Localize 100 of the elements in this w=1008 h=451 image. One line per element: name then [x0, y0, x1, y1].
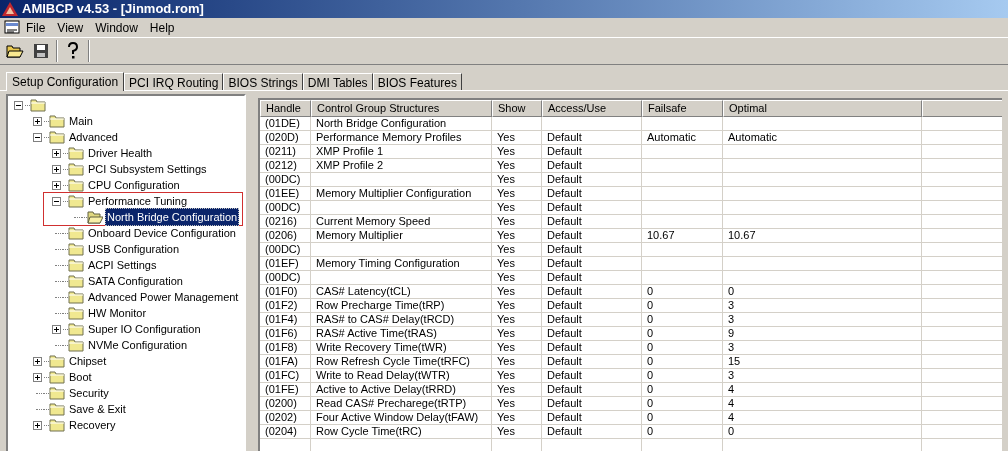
tab[interactable]: Setup Configuration	[6, 72, 125, 91]
folder-icon	[68, 338, 84, 352]
tree-item[interactable]: Advanced Power Management	[87, 288, 240, 306]
folder-icon	[68, 274, 84, 288]
plus-icon[interactable]	[52, 180, 61, 190]
table-cell: Four Active Window Delay(tFAW)	[311, 411, 492, 425]
table-cell: 0	[642, 313, 723, 327]
folder-icon	[68, 146, 84, 160]
plus-icon[interactable]	[52, 164, 61, 174]
table-cell: XMP Profile 2	[311, 159, 492, 173]
table-cell: Yes	[492, 145, 542, 159]
table-cell: Default	[542, 285, 642, 299]
table-cell: (0204)	[260, 425, 311, 439]
tree-item[interactable]: Super IO Configuration	[87, 320, 202, 338]
table-cell: 4	[723, 411, 922, 425]
table-cell: Yes	[492, 257, 542, 271]
table-cell: (01F6)	[260, 327, 311, 341]
column-header[interactable]: Optimal	[723, 100, 922, 117]
menu-item[interactable]: Help	[143, 18, 181, 37]
plus-icon[interactable]	[33, 372, 42, 382]
tree-item[interactable]: USB Configuration	[87, 240, 181, 258]
tab[interactable]: BIOS Features	[372, 73, 462, 90]
folder-icon	[68, 194, 84, 208]
plus-icon[interactable]	[33, 356, 42, 366]
table-cell: (0212)	[260, 159, 311, 173]
folder-icon	[49, 114, 65, 128]
tree-item[interactable]: Main	[68, 112, 94, 130]
tree-item[interactable]: Performance Tuning	[87, 192, 189, 210]
column-header[interactable]: Failsafe	[642, 100, 723, 117]
column-header[interactable]: Show	[492, 100, 542, 117]
table-cell: 3	[723, 299, 922, 313]
table-cell: Yes	[492, 299, 542, 313]
tab[interactable]: DMI Tables	[302, 73, 373, 90]
table-cell: Row Refresh Cycle Time(tRFC)	[311, 355, 492, 369]
table-cell: Yes	[492, 131, 542, 145]
tree-item[interactable]: Advanced	[68, 128, 119, 146]
tree-item[interactable]: Security	[68, 384, 110, 402]
column-header[interactable]: Access/Use	[542, 100, 642, 117]
tree-item[interactable]: North Bridge Configuration	[105, 207, 240, 227]
table-cell: North Bridge Configuration	[311, 117, 492, 131]
table-cell: Memory Multiplier	[311, 229, 492, 243]
minus-icon[interactable]	[52, 196, 61, 206]
table-cell: Default	[542, 341, 642, 355]
folder-icon	[68, 162, 84, 176]
minus-icon[interactable]	[33, 132, 42, 142]
table-cell: (020D)	[260, 131, 311, 145]
table-cell: Yes	[492, 327, 542, 341]
table-cell: Yes	[492, 285, 542, 299]
table-cell: Default	[542, 257, 642, 271]
tree-item[interactable]: Boot	[68, 368, 93, 386]
table-cell: 0	[642, 355, 723, 369]
tree-item[interactable]: HW Monitor	[87, 304, 148, 322]
table-cell: 3	[723, 369, 922, 383]
table-cell: Default	[542, 131, 642, 145]
tree-item[interactable]: Save & Exit	[68, 400, 127, 418]
plus-icon[interactable]	[33, 420, 42, 430]
table-cell: Yes	[492, 383, 542, 397]
plus-icon[interactable]	[33, 116, 42, 126]
tree-item[interactable]: Chipset	[68, 352, 108, 370]
folder-icon	[68, 322, 84, 336]
tree-item[interactable]: Onboard Device Configuration	[87, 224, 237, 242]
folder-icon	[68, 242, 84, 256]
table-cell: (01F0)	[260, 285, 311, 299]
table-cell: 0	[642, 411, 723, 425]
table-cell: Write Recovery Time(tWR)	[311, 341, 492, 355]
table-cell: Automatic	[723, 131, 922, 145]
table-cell: 0	[723, 285, 922, 299]
plus-icon[interactable]	[52, 324, 61, 334]
table-cell: CAS# Latency(tCL)	[311, 285, 492, 299]
table-cell: 9	[723, 327, 922, 341]
tree-item[interactable]: Driver Health	[87, 144, 154, 162]
table-cell: Performance Memory Profiles	[311, 131, 492, 145]
table-cell: Default	[542, 369, 642, 383]
tree-item[interactable]: PCI Subsystem Settings	[87, 160, 208, 178]
table-cell: Row Cycle Time(tRC)	[311, 425, 492, 439]
tree-item[interactable]: CPU Configuration	[87, 176, 181, 194]
table-cell: Yes	[492, 341, 542, 355]
tree-item[interactable]: SATA Configuration	[87, 272, 184, 290]
menu-item[interactable]: View	[51, 18, 90, 37]
tab[interactable]: PCI IRQ Routing	[124, 73, 224, 90]
tree-item[interactable]: Recovery	[68, 416, 117, 434]
tab[interactable]: BIOS Strings	[223, 73, 303, 90]
table-cell: Active to Active Delay(tRRD)	[311, 383, 492, 397]
plus-icon[interactable]	[52, 148, 61, 158]
folder-icon	[49, 354, 65, 368]
menu-item[interactable]: Window	[89, 18, 144, 37]
document-icon	[4, 19, 20, 36]
column-header[interactable]: Handle	[260, 100, 311, 117]
table-cell: 10.67	[723, 229, 922, 243]
table-cell: Automatic	[642, 131, 723, 145]
table-cell: RAS# Active Time(tRAS)	[311, 327, 492, 341]
folder-icon	[49, 402, 65, 416]
table-cell: 15	[723, 355, 922, 369]
column-header[interactable]: Control Group Structures	[311, 100, 492, 117]
menu-item[interactable]: File	[20, 18, 52, 37]
tree-item[interactable]: ACPI Settings	[87, 256, 158, 274]
table-cell: (01EE)	[260, 187, 311, 201]
tree-item[interactable]: NVMe Configuration	[87, 336, 189, 354]
minus-icon[interactable]	[14, 100, 23, 110]
table-cell: Default	[542, 313, 642, 327]
